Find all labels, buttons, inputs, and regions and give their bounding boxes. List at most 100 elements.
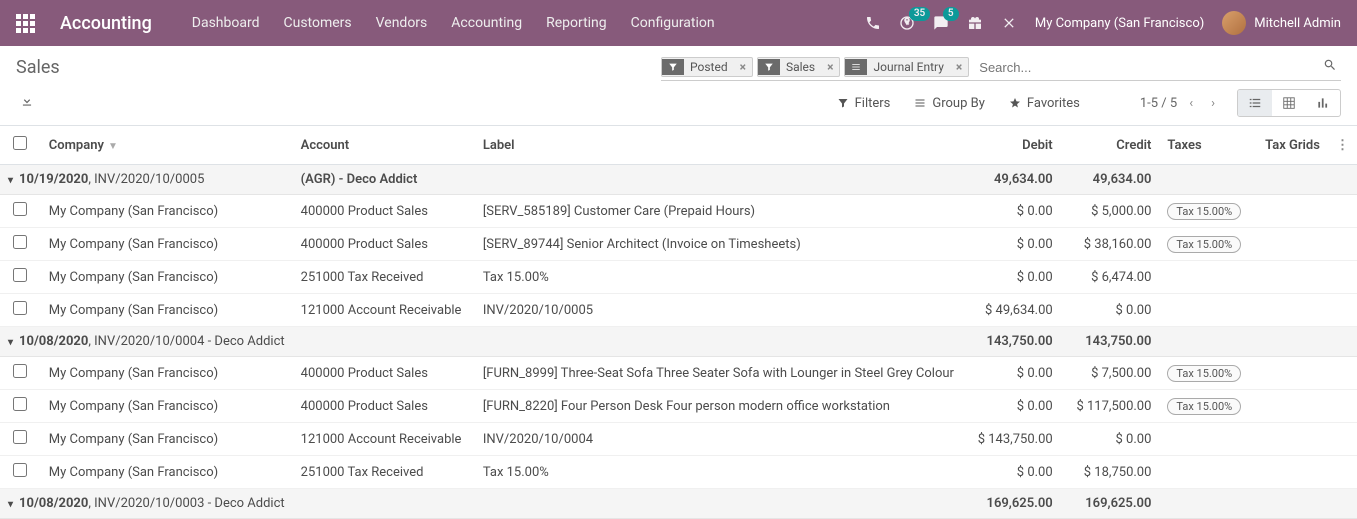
cell-credit: $ 7,500.00 bbox=[1061, 357, 1160, 390]
pager: 1-5 / 5 ‹ › bbox=[1140, 92, 1221, 115]
cell-label: [FURN_8220] Four Person Desk Four person… bbox=[475, 390, 962, 423]
app-title: Accounting bbox=[60, 13, 152, 34]
table-row[interactable]: My Company (San Francisco)400000 Product… bbox=[0, 390, 1357, 423]
table-row[interactable]: My Company (San Francisco)121000 Account… bbox=[0, 423, 1357, 456]
cell-credit: $ 117,500.00 bbox=[1061, 390, 1160, 423]
menu-reporting[interactable]: Reporting bbox=[546, 15, 607, 31]
row-checkbox[interactable] bbox=[13, 202, 27, 216]
cell-debit: $ 49,634.00 bbox=[962, 294, 1061, 327]
menu-dashboard[interactable]: Dashboard bbox=[192, 15, 260, 31]
close-icon[interactable] bbox=[1001, 15, 1017, 31]
facet-sales[interactable]: Sales × bbox=[757, 57, 841, 77]
cell-tax-grids bbox=[1249, 390, 1328, 423]
menu-customers[interactable]: Customers bbox=[284, 15, 352, 31]
th-tax-grids[interactable]: Tax Grids bbox=[1249, 126, 1328, 165]
apps-icon[interactable] bbox=[16, 14, 36, 33]
cell-label: INV/2020/10/0004 bbox=[475, 423, 962, 456]
th-debit[interactable]: Debit bbox=[962, 126, 1061, 165]
control-panel: Sales Posted × Sales × Journal Entry × bbox=[0, 46, 1357, 121]
row-checkbox[interactable] bbox=[13, 235, 27, 249]
select-all-checkbox[interactable] bbox=[13, 136, 27, 150]
cell-taxes bbox=[1159, 294, 1249, 327]
facet-label: Posted bbox=[684, 58, 734, 76]
cell-taxes bbox=[1159, 456, 1249, 489]
tax-tag[interactable]: Tax 15.00% bbox=[1167, 365, 1241, 382]
group-title: ▾10/19/2020, INV/2020/10/0005 bbox=[0, 165, 293, 195]
cell-debit: $ 0.00 bbox=[962, 390, 1061, 423]
view-switcher bbox=[1237, 89, 1341, 117]
group-title: ▾10/08/2020, INV/2020/10/0003 - Deco Add… bbox=[0, 489, 293, 519]
tax-tag[interactable]: Tax 15.00% bbox=[1167, 398, 1241, 415]
search-bar[interactable]: Posted × Sales × Journal Entry × bbox=[661, 54, 1341, 81]
cell-credit: $ 38,160.00 bbox=[1061, 228, 1160, 261]
facet-posted[interactable]: Posted × bbox=[661, 57, 753, 77]
table-row[interactable]: My Company (San Francisco)400000 Product… bbox=[0, 357, 1357, 390]
main-menu: Dashboard Customers Vendors Accounting R… bbox=[192, 15, 715, 31]
facet-remove[interactable]: × bbox=[734, 58, 752, 76]
th-label[interactable]: Label bbox=[475, 126, 962, 165]
th-account[interactable]: Account bbox=[293, 126, 475, 165]
user-menu[interactable]: Mitchell Admin bbox=[1222, 11, 1341, 35]
activities-icon[interactable]: 35 bbox=[899, 15, 915, 31]
group-header[interactable]: ▾10/19/2020, INV/2020/10/0005(AGR) - Dec… bbox=[0, 165, 1357, 195]
row-checkbox[interactable] bbox=[13, 397, 27, 411]
filters-button[interactable]: Filters bbox=[837, 96, 891, 111]
pager-prev[interactable]: ‹ bbox=[1183, 92, 1199, 115]
table-header-row: Company▼ Account Label Debit Credit Taxe… bbox=[0, 126, 1357, 165]
table-row[interactable]: My Company (San Francisco)400000 Product… bbox=[0, 228, 1357, 261]
row-checkbox[interactable] bbox=[13, 301, 27, 315]
row-checkbox[interactable] bbox=[13, 268, 27, 282]
cell-label: [SERV_89744] Senior Architect (Invoice o… bbox=[475, 228, 962, 261]
group-extra bbox=[293, 489, 475, 519]
tax-tag[interactable]: Tax 15.00% bbox=[1167, 236, 1241, 253]
search-options: Filters Group By Favorites bbox=[837, 96, 1080, 111]
row-checkbox[interactable] bbox=[13, 364, 27, 378]
table-row[interactable]: My Company (San Francisco)251000 Tax Rec… bbox=[0, 456, 1357, 489]
facet-journal-entry[interactable]: Journal Entry × bbox=[844, 57, 969, 77]
cell-tax-grids bbox=[1249, 357, 1328, 390]
row-checkbox[interactable] bbox=[13, 430, 27, 444]
facet-remove[interactable]: × bbox=[950, 58, 968, 76]
view-graph[interactable] bbox=[1306, 90, 1340, 116]
facet-remove[interactable]: × bbox=[821, 58, 839, 76]
gift-icon[interactable] bbox=[967, 15, 983, 31]
pager-value[interactable]: 1-5 / 5 bbox=[1140, 96, 1177, 111]
th-taxes[interactable]: Taxes bbox=[1159, 126, 1249, 165]
phone-icon[interactable] bbox=[865, 15, 881, 31]
th-credit[interactable]: Credit bbox=[1061, 126, 1160, 165]
table-row[interactable]: My Company (San Francisco)400000 Product… bbox=[0, 195, 1357, 228]
search-input[interactable] bbox=[973, 56, 1319, 79]
pager-next[interactable]: › bbox=[1205, 92, 1221, 115]
table-row[interactable]: My Company (San Francisco)121000 Account… bbox=[0, 294, 1357, 327]
cell-tax-grids bbox=[1249, 195, 1328, 228]
caret-icon: ▾ bbox=[8, 337, 13, 348]
groupby-button[interactable]: Group By bbox=[914, 96, 985, 111]
discuss-icon[interactable]: 5 bbox=[933, 15, 949, 31]
group-title: ▾10/08/2020, INV/2020/10/0004 - Deco Add… bbox=[0, 327, 293, 357]
favorites-button[interactable]: Favorites bbox=[1009, 96, 1080, 111]
column-options[interactable]: ⋮ bbox=[1328, 126, 1357, 165]
group-debit: 143,750.00 bbox=[962, 327, 1061, 357]
cell-account: 400000 Product Sales bbox=[293, 195, 475, 228]
view-list[interactable] bbox=[1238, 90, 1272, 116]
menu-accounting[interactable]: Accounting bbox=[451, 15, 522, 31]
group-header[interactable]: ▾10/08/2020, INV/2020/10/0003 - Deco Add… bbox=[0, 489, 1357, 519]
tax-tag[interactable]: Tax 15.00% bbox=[1167, 203, 1241, 220]
search-icon[interactable] bbox=[1319, 54, 1341, 80]
download-icon[interactable] bbox=[16, 90, 38, 116]
facet-label: Sales bbox=[780, 58, 821, 76]
company-switcher[interactable]: My Company (San Francisco) bbox=[1035, 16, 1204, 31]
table-row[interactable]: My Company (San Francisco)251000 Tax Rec… bbox=[0, 261, 1357, 294]
cell-company: My Company (San Francisco) bbox=[41, 195, 293, 228]
row-checkbox[interactable] bbox=[13, 463, 27, 477]
list-view: Company▼ Account Label Debit Credit Taxe… bbox=[0, 125, 1357, 519]
th-company[interactable]: Company▼ bbox=[41, 126, 293, 165]
cell-label: [SERV_585189] Customer Care (Prepaid Hou… bbox=[475, 195, 962, 228]
discuss-badge: 5 bbox=[943, 7, 959, 21]
menu-configuration[interactable]: Configuration bbox=[631, 15, 715, 31]
view-pivot[interactable] bbox=[1272, 90, 1306, 116]
group-header[interactable]: ▾10/08/2020, INV/2020/10/0004 - Deco Add… bbox=[0, 327, 1357, 357]
menu-vendors[interactable]: Vendors bbox=[376, 15, 428, 31]
row-select-cell bbox=[0, 228, 41, 261]
cell-taxes: Tax 15.00% bbox=[1159, 195, 1249, 228]
